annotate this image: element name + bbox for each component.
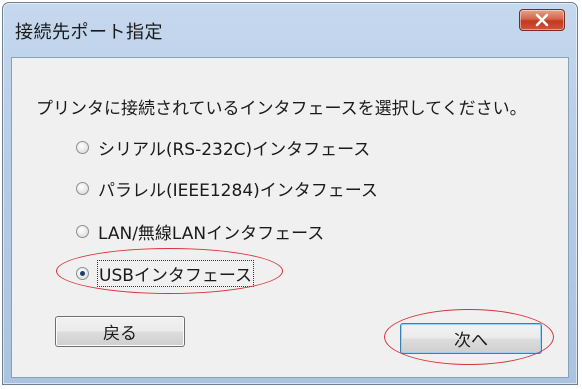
close-button[interactable] [519,9,565,31]
radio-label[interactable]: USBインタフェース [96,259,255,287]
radio-label[interactable]: LAN/無線LANインタフェース [98,219,324,244]
dialog-body: プリンタに接続されているインタフェースを選択してください。 シリアル(RS-23… [11,57,569,378]
instruction-text: プリンタに接続されているインタフェースを選択してください。 [36,99,527,119]
radio-option-lan[interactable]: LAN/無線LANインタフェース [76,219,324,244]
radio-button[interactable] [76,181,89,195]
close-icon [535,13,549,27]
back-button[interactable]: 戻る [55,316,185,347]
window-title: 接続先ポート指定 [15,22,163,43]
title-bar[interactable]: 接続先ポート指定 [3,3,577,57]
radio-button[interactable] [76,140,89,154]
next-button[interactable]: 次へ [400,323,542,354]
radio-option-serial[interactable]: シリアル(RS-232C)インタフェース [76,135,370,160]
radio-option-parallel[interactable]: パラレル(IEEE1284)インタフェース [76,176,378,201]
radio-option-usb[interactable]: USBインタフェース [76,259,255,287]
radio-button-selected[interactable] [76,266,89,280]
radio-label[interactable]: シリアル(RS-232C)インタフェース [98,135,370,160]
radio-button[interactable] [76,224,89,238]
dialog-window: 接続先ポート指定 プリンタに接続されているインタフェースを選択してください。 シ… [2,2,578,385]
radio-label[interactable]: パラレル(IEEE1284)インタフェース [98,176,378,201]
